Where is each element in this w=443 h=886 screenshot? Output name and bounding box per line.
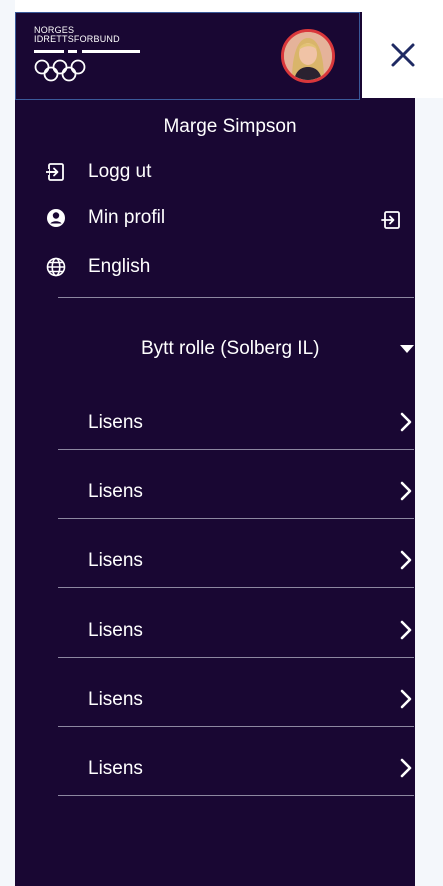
divider bbox=[58, 657, 414, 658]
list-item-lisens[interactable]: Lisens bbox=[58, 610, 414, 650]
menu-item-my-profile[interactable]: Min profil bbox=[45, 203, 165, 233]
role-switch-dropdown[interactable]: Bytt rolle (Solberg IL) bbox=[58, 333, 414, 365]
globe-icon bbox=[45, 256, 71, 278]
chevron-right-icon bbox=[400, 689, 412, 709]
menu-item-label: Min profil bbox=[88, 207, 166, 228]
list-item-label: Lisens bbox=[88, 412, 143, 433]
close-button[interactable] bbox=[362, 12, 443, 98]
divider bbox=[58, 518, 414, 519]
menu-item-language[interactable]: English bbox=[45, 252, 150, 282]
page-background bbox=[0, 0, 15, 886]
chevron-right-icon bbox=[400, 481, 412, 501]
list-item-label: Lisens bbox=[88, 758, 143, 779]
chevron-right-icon bbox=[400, 412, 412, 432]
user-name: Marge Simpson bbox=[163, 116, 297, 137]
close-icon bbox=[391, 43, 414, 67]
list-item-lisens[interactable]: Lisens bbox=[58, 402, 414, 442]
divider bbox=[58, 795, 414, 796]
list-item-label: Lisens bbox=[88, 481, 143, 502]
logo-bar bbox=[68, 50, 77, 53]
list-item-label: Lisens bbox=[88, 550, 143, 571]
nif-logo[interactable]: NORGES IDRETTSFORBUND bbox=[34, 26, 146, 88]
role-switch-label: Bytt rolle (Solberg IL) bbox=[141, 338, 320, 359]
list-item-label: Lisens bbox=[88, 689, 143, 710]
profile-open-icon[interactable] bbox=[381, 209, 403, 231]
divider bbox=[58, 449, 414, 450]
divider bbox=[58, 297, 414, 298]
divider bbox=[58, 726, 414, 727]
menu-item-label: English bbox=[88, 256, 151, 277]
chevron-right-icon bbox=[400, 620, 412, 640]
menu-item-logout[interactable]: Logg ut bbox=[45, 157, 151, 187]
user-avatar[interactable] bbox=[281, 29, 335, 83]
menu-item-label: Logg ut bbox=[88, 161, 152, 182]
olympic-rings-icon bbox=[34, 59, 86, 82]
list-item-lisens[interactable]: Lisens bbox=[58, 471, 414, 511]
list-item-label: Lisens bbox=[88, 620, 143, 641]
chevron-right-icon bbox=[400, 758, 412, 778]
user-circle-icon bbox=[45, 207, 71, 229]
page-background-right bbox=[415, 98, 443, 886]
divider bbox=[58, 587, 414, 588]
chevron-right-icon bbox=[400, 550, 412, 570]
logo-text-line2: IDRETTSFORBUND bbox=[34, 34, 120, 44]
caret-down-icon bbox=[400, 345, 414, 353]
list-item-lisens[interactable]: Lisens bbox=[58, 540, 414, 580]
list-item-lisens[interactable]: Lisens bbox=[58, 679, 414, 719]
list-item-lisens[interactable]: Lisens bbox=[58, 748, 414, 788]
logo-bar bbox=[82, 50, 140, 53]
logout-icon bbox=[45, 161, 71, 183]
logo-bar bbox=[34, 50, 64, 53]
user-avatar-photo bbox=[284, 32, 332, 80]
